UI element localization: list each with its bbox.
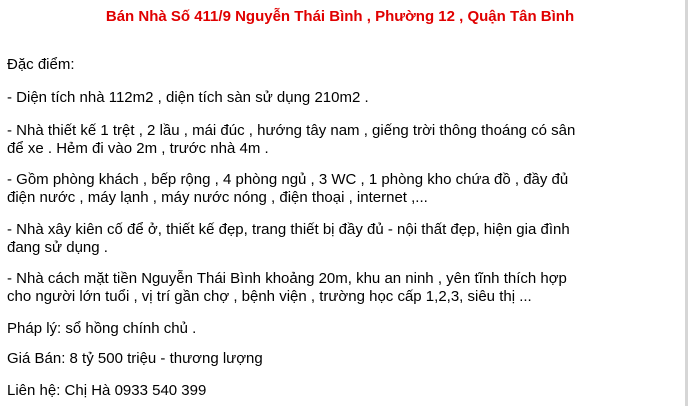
feature-rooms-line-1: - Gồm phòng khách , bếp rộng , 4 phòng n… <box>7 171 569 188</box>
feature-location-line-2: cho người lớn tuổi , vị trí gần chợ , bệ… <box>7 288 532 305</box>
listing-document: Bán Nhà Số 411/9 Nguyễn Thái Bình , Phườ… <box>0 0 688 406</box>
features-heading: Đặc điểm: <box>7 56 75 73</box>
feature-location-line-1: - Nhà cách mặt tiền Nguyễn Thái Bình kho… <box>7 270 567 287</box>
feature-area-line-1: - Diện tích nhà 112m2 , diện tích sàn sử… <box>7 89 369 106</box>
listing-title: Bán Nhà Số 411/9 Nguyễn Thái Bình , Phườ… <box>105 8 575 25</box>
contact-info: Liên hệ: Chị Hà 0933 540 399 <box>7 382 207 399</box>
feature-construction-line-1: - Nhà xây kiên cố để ở, thiết kế đẹp, tr… <box>7 221 570 238</box>
feature-design-line-1: - Nhà thiết kế 1 trệt , 2 lầu , mái đúc … <box>7 122 576 139</box>
sale-price: Giá Bán: 8 tỷ 500 triệu - thương lượng <box>7 350 263 367</box>
feature-construction-line-2: đang sử dụng . <box>7 239 108 256</box>
feature-design-line-2: để xe . Hẻm đi vào 2m , trước nhà 4m . <box>7 140 269 157</box>
feature-rooms-line-2: điện nước , máy lạnh , máy nước nóng , đ… <box>7 189 428 206</box>
legal-status: Pháp lý: sổ hồng chính chủ . <box>7 320 197 337</box>
